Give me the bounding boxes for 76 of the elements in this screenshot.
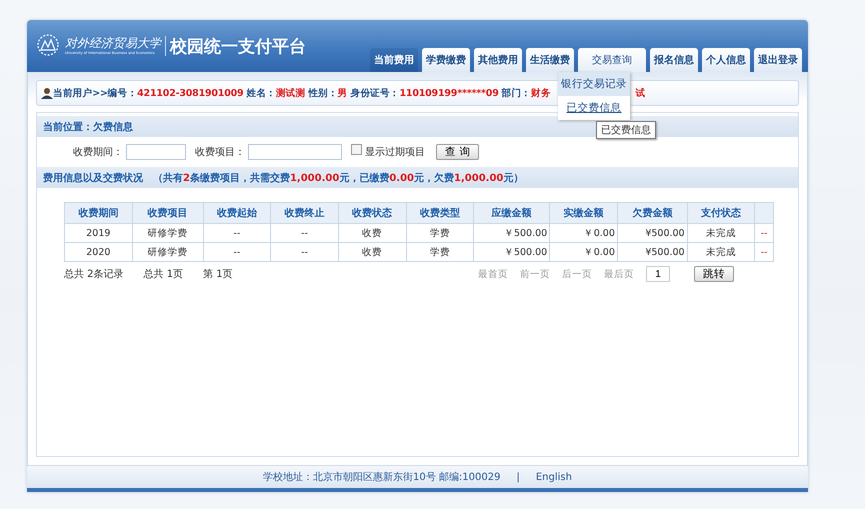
- column-header: [754, 202, 774, 224]
- table-cell: --: [270, 242, 338, 262]
- summary-title: 费用信息以及交费状况: [43, 171, 143, 184]
- field-label: 编号：: [108, 86, 138, 100]
- nav-tab[interactable]: 报名信息: [650, 48, 698, 72]
- table-cell: --: [203, 242, 271, 262]
- field-value: 110109199******09: [400, 88, 499, 98]
- field-value: 男: [338, 86, 348, 100]
- field-label: 部门：: [502, 86, 532, 100]
- column-header: 收费类型: [406, 202, 474, 224]
- tooltip: 已交费信息: [596, 121, 656, 139]
- table-cell: 研修学费: [132, 224, 204, 242]
- record-count: 总共 2条记录: [64, 268, 124, 281]
- platform-title: 校园统一支付平台: [170, 36, 306, 58]
- column-header: 收费状态: [338, 202, 406, 224]
- field-value: 财务: [531, 86, 551, 100]
- table-cell: --: [270, 224, 338, 242]
- table-cell: 未完成: [687, 242, 755, 262]
- table-cell: 学费: [406, 242, 474, 262]
- current-page: 第 1页: [203, 268, 233, 281]
- field-value: 测试测: [276, 86, 306, 100]
- column-header: 收费终止: [270, 202, 338, 224]
- column-header: 收费期间: [64, 202, 132, 224]
- checkbox[interactable]: [351, 144, 362, 155]
- column-header: 应缴金额: [474, 202, 550, 224]
- field-label: 身份证号：: [350, 86, 400, 100]
- table-cell: ￥0.00: [550, 242, 618, 262]
- table-cell: 收费: [338, 242, 406, 262]
- field-label: 性别：: [308, 86, 338, 100]
- table-cell: 研修学费: [132, 242, 204, 262]
- column-header: 收费起始: [203, 202, 271, 224]
- page-count: 总共 1页: [144, 268, 184, 281]
- nav-tab[interactable]: 个人信息: [702, 48, 750, 72]
- table-cell: --: [203, 224, 271, 242]
- page-field[interactable]: 1: [646, 266, 670, 282]
- table-cell: 学费: [406, 224, 474, 242]
- table-cell: 2020: [64, 242, 132, 262]
- user-label: 当前用户>>: [53, 86, 108, 100]
- checkbox-label: 显示过期项目: [365, 146, 425, 159]
- table-cell: 未完成: [687, 224, 755, 242]
- column-header: 收费项目: [132, 202, 204, 224]
- table-cell: --: [754, 242, 774, 262]
- school-name: 对外经济贸易大学: [65, 36, 161, 51]
- table-cell: 2019: [64, 224, 132, 242]
- period-field[interactable]: [126, 144, 186, 160]
- menu-item[interactable]: 已交费信息: [558, 96, 630, 120]
- nav-tab[interactable]: 学费缴费: [422, 48, 470, 72]
- menu-item[interactable]: 银行交易记录: [558, 72, 630, 96]
- field-value: 试: [636, 86, 646, 100]
- nav-tab[interactable]: 退出登录: [754, 48, 802, 72]
- nav-tab[interactable]: 当前费用: [370, 48, 418, 72]
- school-address: 学校地址：北京市朝阳区惠新东街10号 邮编:100029: [263, 470, 500, 484]
- column-header: 欠费金额: [617, 202, 688, 224]
- table-cell: ￥0.00: [550, 224, 618, 242]
- language-link[interactable]: English: [536, 472, 572, 482]
- field-value: 421102-3081901009: [137, 88, 244, 98]
- period-label: 收费期间：: [73, 146, 123, 159]
- table-cell: --: [754, 224, 774, 242]
- separator: |: [516, 472, 520, 482]
- query-button[interactable]: 查 询: [436, 144, 480, 160]
- nav-tab[interactable]: 生活缴费: [526, 48, 574, 72]
- nav-tab[interactable]: 其他费用: [474, 48, 522, 72]
- user-icon: [41, 87, 53, 99]
- table-cell: 收费: [338, 224, 406, 242]
- table-cell: ￥500.00: [474, 242, 550, 262]
- nav-tab[interactable]: 交易查询: [578, 48, 646, 72]
- column-header: 实缴金额: [550, 202, 618, 224]
- table-cell: ¥500.00: [617, 224, 688, 242]
- item-field[interactable]: [248, 144, 342, 160]
- table-cell: ￥500.00: [474, 224, 550, 242]
- field-label: 姓名：: [246, 86, 276, 100]
- item-label: 收费项目：: [195, 146, 245, 159]
- summary-text: （共有2条缴费项目，共需交费1,000.00元，已缴费0.00元，欠费1,000.00元）: [153, 171, 524, 184]
- go-button[interactable]: 跳转: [694, 266, 734, 282]
- column-header: 支付状态: [687, 202, 755, 224]
- table-cell: ¥500.00: [617, 242, 688, 262]
